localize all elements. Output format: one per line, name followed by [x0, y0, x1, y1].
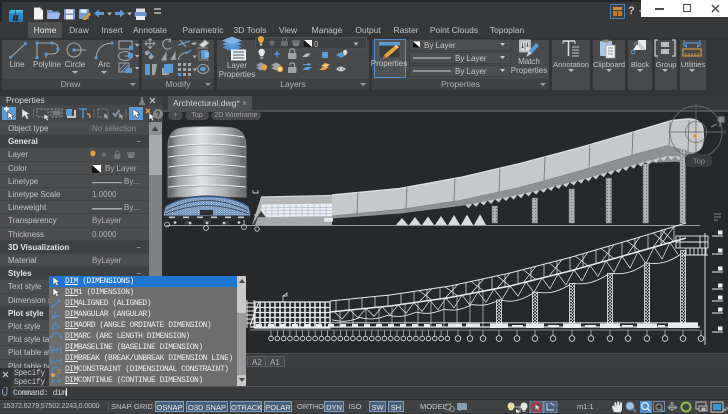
- svg-text:?: ?: [156, 110, 161, 119]
- svg-text:Top: Top: [693, 157, 705, 166]
